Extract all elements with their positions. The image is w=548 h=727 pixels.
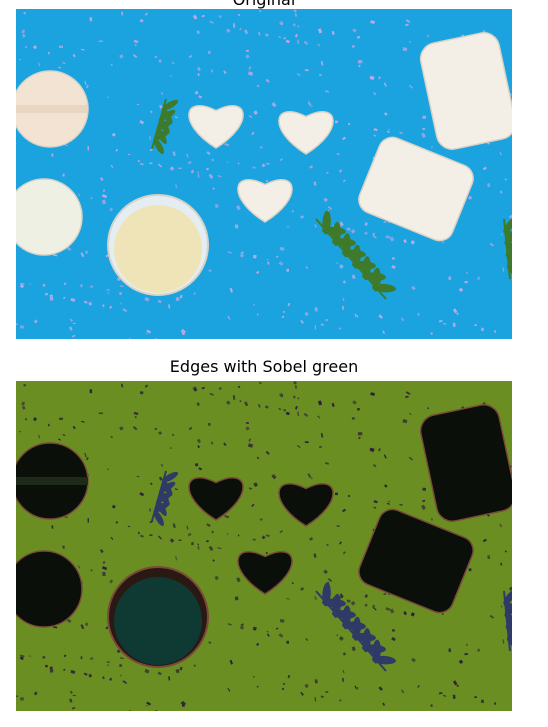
jar-contents: [114, 205, 202, 293]
original-image: [16, 9, 512, 339]
jar-contents: [114, 577, 202, 665]
bath-bomb-bottom: [16, 550, 83, 628]
scene-svg: [16, 9, 512, 339]
bath-bomb-top-seam: [16, 477, 88, 485]
bath-bomb-bottom: [16, 178, 83, 256]
scene-svg: [16, 381, 512, 711]
sobel-edges-image: [16, 381, 512, 711]
bath-bomb-top-seam: [16, 105, 88, 113]
sobel-panel-title: Edges with Sobel green: [169, 357, 359, 376]
